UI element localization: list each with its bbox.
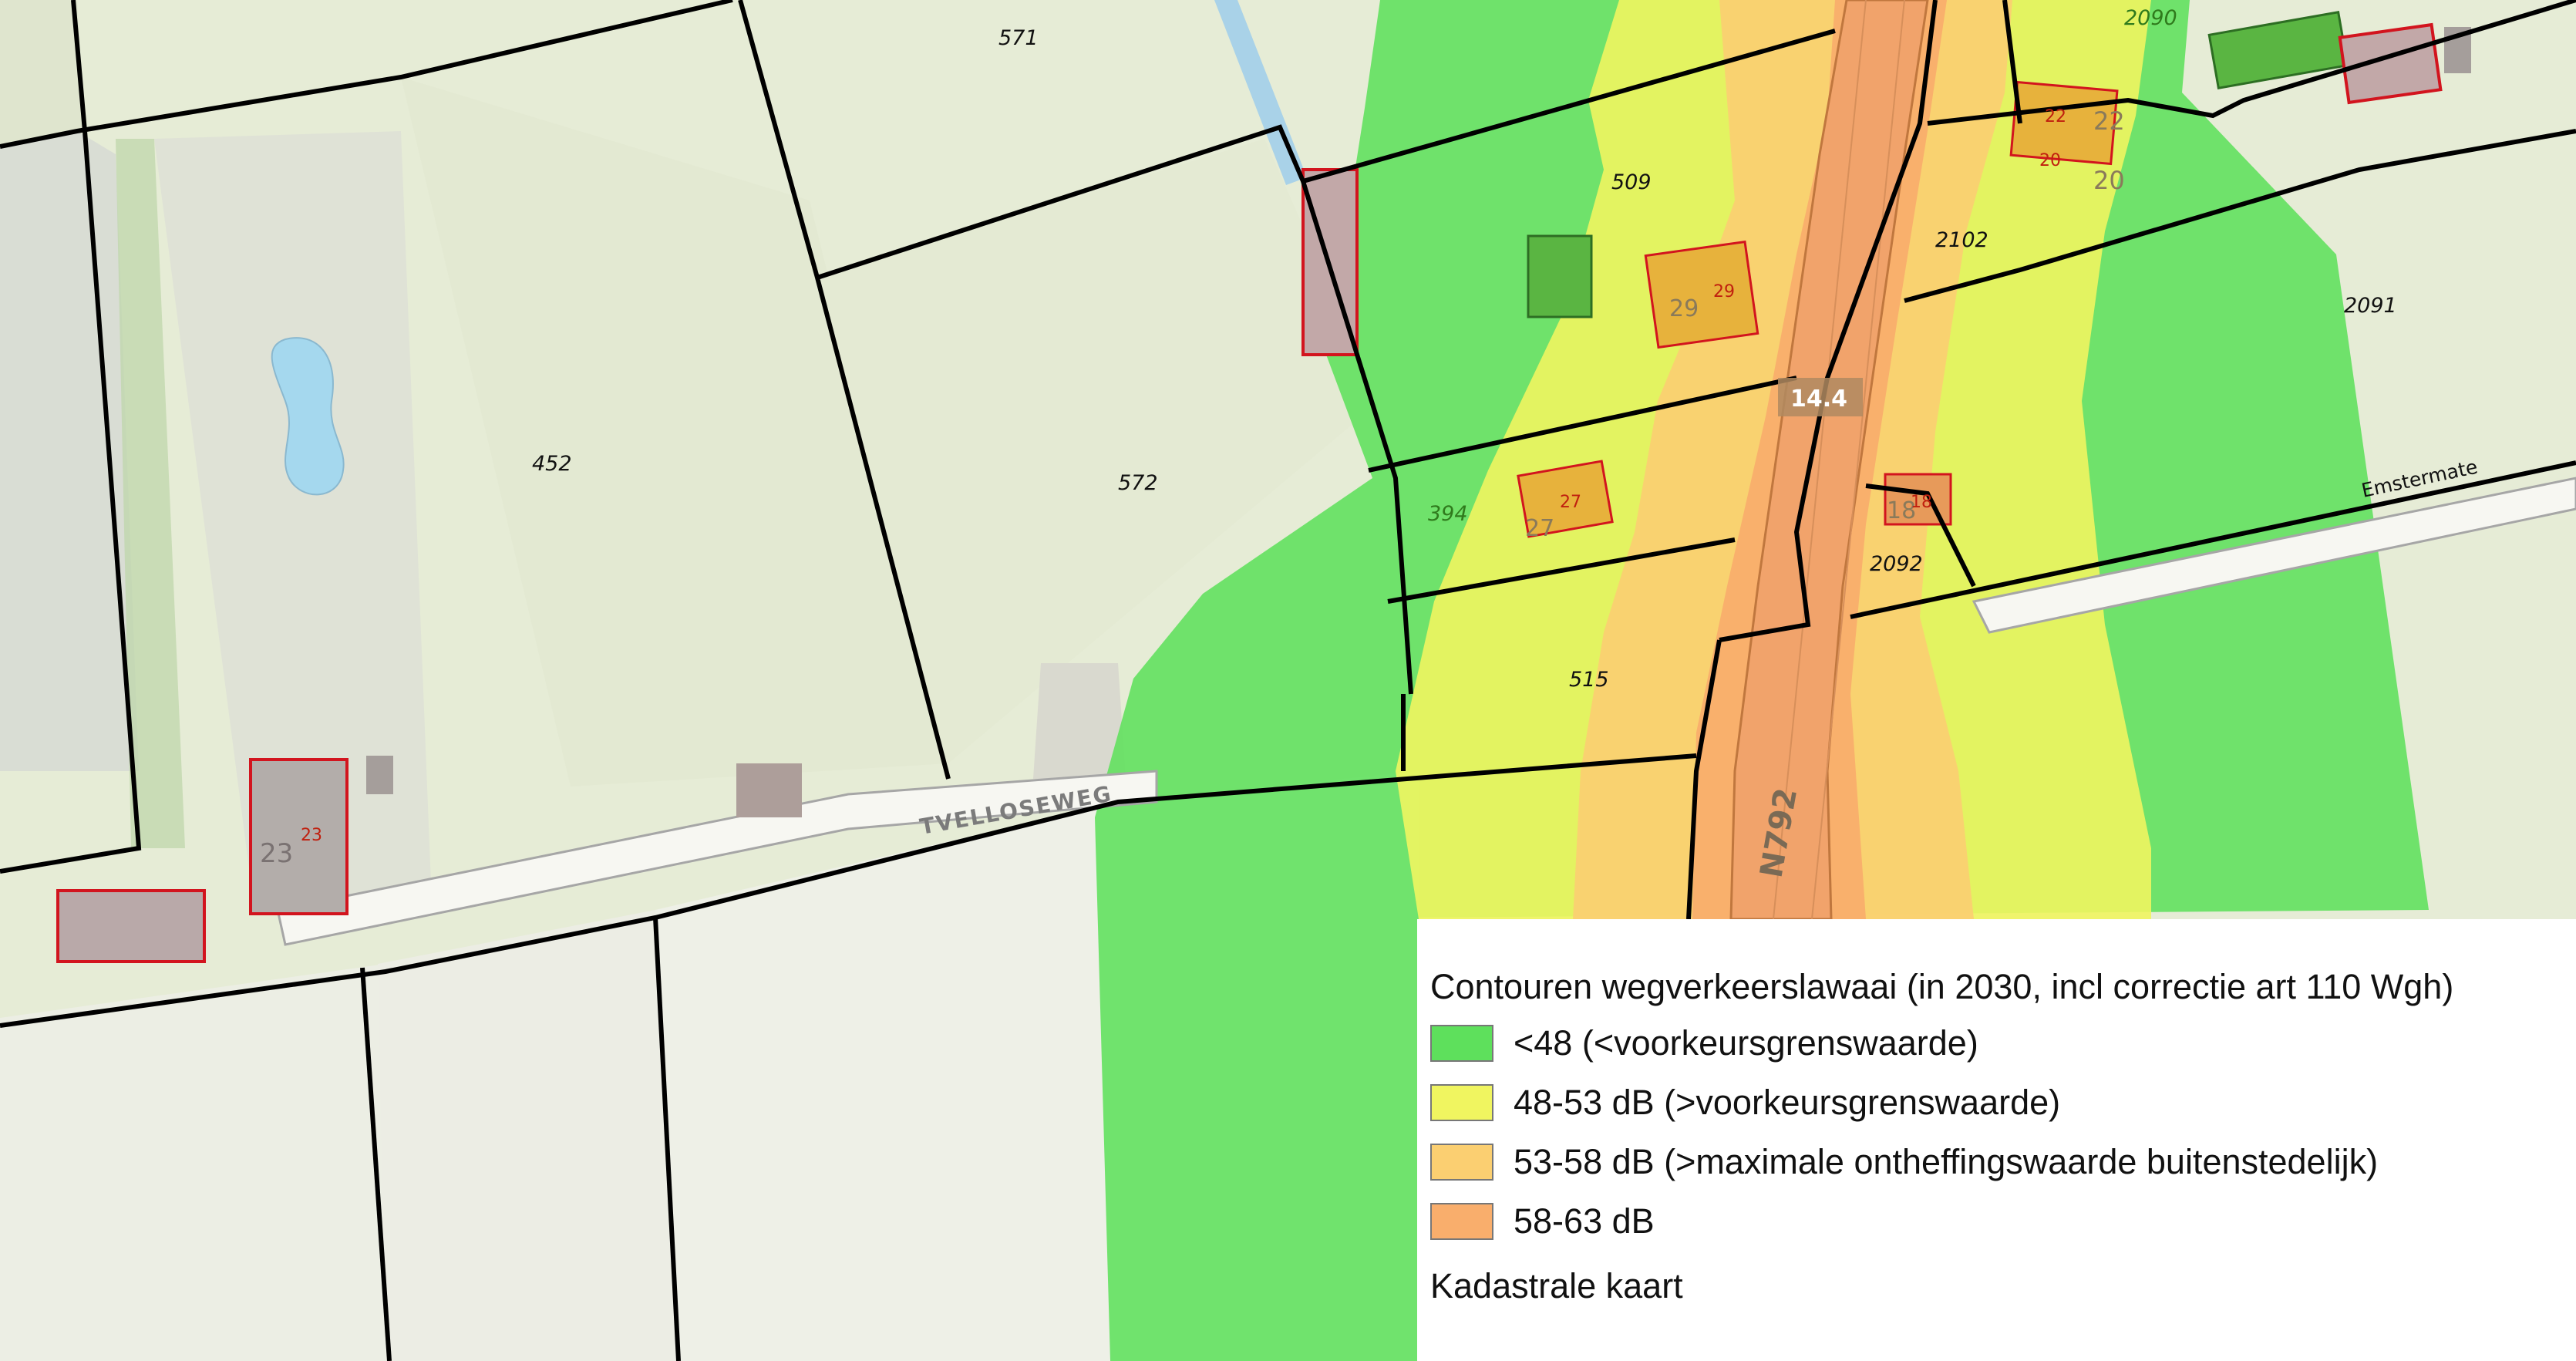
legend-item: 53-58 dB (>maximale ontheffingswaarde bu… — [1430, 1142, 2378, 1182]
legend-item: 58-63 dB — [1430, 1201, 1655, 1241]
house-number: 18 — [1911, 493, 1932, 512]
legend-swatch-orange — [1430, 1203, 1493, 1240]
parcel-number: 2102 — [1935, 228, 1988, 252]
parcel-number: 2090 — [2124, 6, 2177, 30]
house-number: 22 — [2093, 106, 2125, 136]
house-number: 27 — [1525, 515, 1554, 542]
legend-label: 48-53 dB (>voorkeursgrenswaarde) — [1514, 1083, 2061, 1122]
legend-subtitle: Kadastrale kaart — [1430, 1266, 1683, 1305]
legend-swatch-green — [1430, 1025, 1493, 1062]
map-view[interactable]: 571 452 572 509 394 515 2090 2102 2091 2… — [0, 0, 2576, 1361]
road-number-text: 14.4 — [1790, 386, 1847, 413]
house-number: 20 — [2093, 166, 2125, 195]
parcel-number: 572 — [1118, 471, 1158, 495]
house-number: 29 — [1669, 295, 1699, 322]
legend-swatch-light-orange — [1430, 1144, 1493, 1181]
parcel-number: 515 — [1569, 668, 1609, 692]
house-number: 27 — [1560, 493, 1581, 512]
parcel-number: 2091 — [2344, 294, 2397, 318]
legend-item: 48-53 dB (>voorkeursgrenswaarde) — [1430, 1083, 2060, 1123]
map-legend: Contouren wegverkeerslawaai (in 2030, in… — [1417, 919, 2576, 1361]
parcel-number: 2092 — [1870, 552, 1923, 576]
legend-label: <48 (<voorkeursgrenswaarde) — [1514, 1023, 1978, 1063]
house-number: 20 — [2039, 151, 2061, 170]
parcel-number: 509 — [1611, 170, 1652, 194]
legend-title: Contouren wegverkeerslawaai (in 2030, in… — [1430, 967, 2454, 1006]
legend-label: 58-63 dB — [1514, 1201, 1655, 1241]
parcel-number: 394 — [1428, 502, 1468, 526]
house-number: 29 — [1713, 282, 1735, 302]
parcel-number: 452 — [532, 452, 572, 476]
legend-label: 53-58 dB (>maximale ontheffingswaarde bu… — [1514, 1142, 2379, 1181]
house-number: 22 — [2045, 107, 2066, 126]
road-number-badge: 14.4 — [1778, 378, 1863, 416]
legend-swatch-yellow — [1430, 1084, 1493, 1121]
house-number: 23 — [301, 826, 322, 845]
house-number: 23 — [260, 838, 293, 869]
parcel-number: 571 — [998, 26, 1039, 50]
legend-item: <48 (<voorkeursgrenswaarde) — [1430, 1023, 1978, 1063]
